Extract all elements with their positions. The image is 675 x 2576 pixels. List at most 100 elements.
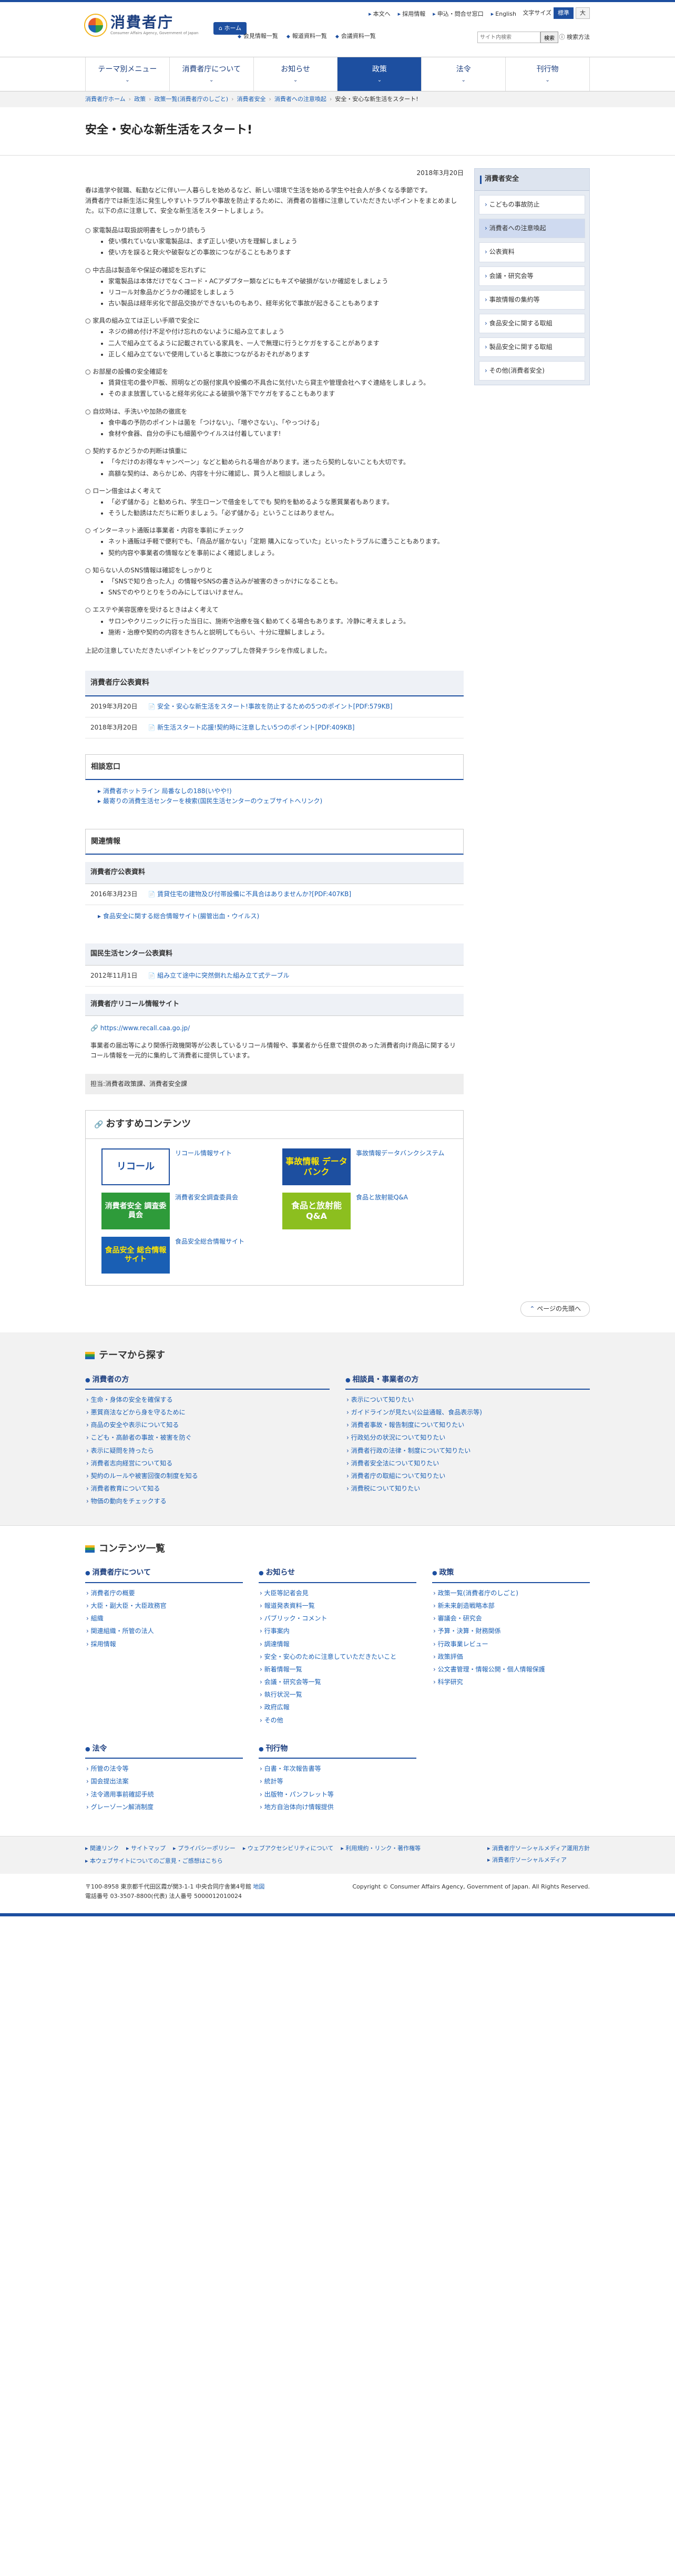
column-link[interactable]: 表示に疑問を持ったら: [91, 1446, 330, 1456]
column-link[interactable]: 物価の動向をチェックする: [91, 1496, 330, 1506]
side-nav-item[interactable]: こどもの事故防止: [479, 194, 585, 215]
page-top-button[interactable]: ページの先頭へ: [520, 1301, 590, 1317]
recommend-item[interactable]: リコール リコール情報サイト: [101, 1148, 267, 1185]
column-link[interactable]: 新着情報一覧: [264, 1665, 416, 1675]
side-nav-item[interactable]: 公表資料: [479, 242, 585, 262]
consult-link[interactable]: 最寄りの消費生活センターを検索(国民生活センターのウェブサイトへリンク): [98, 796, 451, 806]
column-link[interactable]: 消費者事故・報告制度について知りたい: [351, 1420, 590, 1430]
column-heading[interactable]: 刊行物: [259, 1743, 416, 1759]
column-heading[interactable]: 消費者の方: [85, 1374, 330, 1390]
pdf-link[interactable]: 賃貸住宅の建物及び付帯設備に不具合はありませんか?[PDF:407KB]: [148, 889, 351, 899]
footer-link[interactable]: プライバシーポリシー: [173, 1844, 236, 1853]
column-link[interactable]: 消費者庁の取組について知りたい: [351, 1471, 590, 1481]
gnav-item-about[interactable]: 消費者庁について ⌄: [169, 57, 253, 91]
column-link[interactable]: 生命・身体の安全を確保する: [91, 1395, 330, 1405]
recommend-item[interactable]: 食品安全 総合情報サイト 食品安全総合情報サイト: [101, 1236, 267, 1274]
column-link[interactable]: その他: [264, 1716, 416, 1726]
column-link[interactable]: 法令適用事前確認手続: [91, 1790, 243, 1800]
breadcrumb-item[interactable]: 消費者安全: [237, 95, 265, 104]
recommend-link[interactable]: 食品と放射能Q&A: [356, 1193, 408, 1203]
related-link[interactable]: 食品安全に関する総合情報サイト(腸管出血・ウイルス): [98, 911, 451, 921]
column-link[interactable]: 採用情報: [91, 1639, 243, 1649]
search-help-link[interactable]: ⓘ 検索方法: [559, 33, 590, 42]
side-nav-item[interactable]: その他(消費者安全): [479, 361, 585, 381]
recommend-item[interactable]: 消費者安全 調査委員会 消費者安全調査委員会: [101, 1192, 267, 1229]
util-link[interactable]: English: [491, 9, 516, 19]
column-link[interactable]: 行政事業レビュー: [438, 1639, 590, 1649]
column-link[interactable]: 関連組織・所管の法人: [91, 1626, 243, 1636]
column-link[interactable]: こども・高齢者の事故・被害を防ぐ: [91, 1433, 330, 1443]
column-heading[interactable]: 相談員・事業者の方: [345, 1374, 590, 1390]
column-link[interactable]: 新未来創造戦略本部: [438, 1601, 590, 1611]
column-link[interactable]: 行政処分の状況について知りたい: [351, 1433, 590, 1443]
column-link[interactable]: 白書・年次報告書等: [264, 1764, 416, 1774]
gnav-item-theme[interactable]: テーマ別メニュー ⌄: [85, 57, 169, 91]
footer-link[interactable]: ウェブアクセシビリティについて: [243, 1844, 333, 1853]
column-link[interactable]: 組織: [91, 1614, 243, 1624]
recommend-link[interactable]: リコール情報サイト: [175, 1148, 232, 1158]
text-size-large-button[interactable]: 大: [576, 7, 590, 19]
search-input[interactable]: [477, 32, 540, 43]
gnav-item-publication[interactable]: 刊行物 ⌄: [505, 57, 590, 91]
column-heading[interactable]: 法令: [85, 1743, 243, 1759]
column-link[interactable]: 調達情報: [264, 1639, 416, 1649]
side-nav-item[interactable]: 消費者への注意喚起: [479, 219, 585, 239]
column-link[interactable]: 報道発表資料一覧: [264, 1601, 416, 1611]
footer-link[interactable]: 本ウェブサイトについてのご意見・ご感想はこちら: [85, 1856, 223, 1866]
recommend-link[interactable]: 食品安全総合情報サイト: [175, 1237, 244, 1247]
side-nav-item[interactable]: 会議・研究会等: [479, 266, 585, 286]
column-link[interactable]: 政府広報: [264, 1702, 416, 1712]
column-link[interactable]: 執行状況一覧: [264, 1690, 416, 1700]
breadcrumb-item[interactable]: 政策: [134, 95, 146, 104]
column-link[interactable]: 悪質商法などから身を守るために: [91, 1408, 330, 1418]
map-link[interactable]: 地図: [253, 1883, 264, 1890]
column-link[interactable]: グレーゾーン解消制度: [91, 1802, 243, 1812]
column-link[interactable]: パブリック・コメント: [264, 1614, 416, 1624]
util-link[interactable]: 申込・問合せ窓口: [433, 9, 484, 19]
column-link[interactable]: 大臣・副大臣・大臣政務官: [91, 1601, 243, 1611]
social-link[interactable]: 消費者庁ソーシャルメディア: [487, 1855, 590, 1865]
social-link[interactable]: 消費者庁ソーシャルメディア運用方針: [487, 1844, 590, 1853]
column-link[interactable]: 統計等: [264, 1777, 416, 1787]
recommend-item[interactable]: 事故情報 データバンク 事故情報データバンクシステム: [282, 1148, 447, 1185]
column-link[interactable]: 表示について知りたい: [351, 1395, 590, 1405]
footer-link[interactable]: 利用規約・リンク・著作権等: [341, 1844, 421, 1853]
column-heading[interactable]: 消費者庁について: [85, 1567, 243, 1583]
breadcrumb-item[interactable]: 消費者への注意喚起: [274, 95, 326, 104]
recommend-item[interactable]: 食品と放射能 Q&A 食品と放射能Q&A: [282, 1192, 447, 1229]
gnav-item-policy[interactable]: 政策 ⌄: [337, 57, 422, 91]
column-link[interactable]: 予算・決算・財務関係: [438, 1626, 590, 1636]
column-link[interactable]: 公文書管理・情報公開・個人情報保護: [438, 1665, 590, 1675]
footer-link[interactable]: サイトマップ: [126, 1844, 166, 1853]
consult-link[interactable]: 消費者ホットライン 局番なしの188(いやや!): [98, 786, 451, 796]
column-link[interactable]: 科学研究: [438, 1677, 590, 1687]
column-link[interactable]: 政策一覧(消費者庁のしごと): [438, 1588, 590, 1598]
side-nav-item[interactable]: 製品安全に関する取組: [479, 337, 585, 357]
column-link[interactable]: 消費者安全法について知りたい: [351, 1459, 590, 1469]
column-link[interactable]: 消費者教育について知る: [91, 1484, 330, 1494]
column-link[interactable]: 消費者庁の概要: [91, 1588, 243, 1598]
site-logo[interactable]: 消費者庁 Consumer Affairs Agency, Government…: [85, 15, 198, 36]
util-link[interactable]: 本文へ: [369, 9, 391, 19]
column-link[interactable]: ガイドラインが見たい(公益通報、食品表示等): [351, 1408, 590, 1418]
recommend-link[interactable]: 消費者安全調査委員会: [175, 1193, 238, 1203]
column-heading[interactable]: お知らせ: [259, 1567, 416, 1583]
column-link[interactable]: 審議会・研究会: [438, 1614, 590, 1624]
side-nav-item[interactable]: 食品安全に関する取組: [479, 313, 585, 334]
recall-site-link[interactable]: https://www.recall.caa.go.jp/: [100, 1024, 190, 1032]
breadcrumb-item[interactable]: 政策一覧(消費者庁のしごと): [154, 95, 228, 104]
footer-link[interactable]: 関連リンク: [85, 1844, 119, 1853]
pdf-link[interactable]: 安全・安心な新生活をスタート!事故を防止するための5つのポイント[PDF:579…: [148, 702, 392, 712]
column-link[interactable]: 消費者行政の法律・制度について知りたい: [351, 1446, 590, 1456]
column-link[interactable]: 消費税について知りたい: [351, 1484, 590, 1494]
side-nav-item[interactable]: 事故情報の集約等: [479, 290, 585, 310]
column-link[interactable]: 会議・研究会等一覧: [264, 1677, 416, 1687]
quick-link[interactable]: 報道資料一覧: [287, 32, 327, 41]
breadcrumb-item[interactable]: 消費者庁ホーム: [85, 95, 126, 104]
column-link[interactable]: 所管の法令等: [91, 1764, 243, 1774]
recommend-link[interactable]: 事故情報データバンクシステム: [356, 1148, 444, 1158]
column-link[interactable]: 商品の安全や表示について知る: [91, 1420, 330, 1430]
gnav-item-news[interactable]: お知らせ ⌄: [253, 57, 338, 91]
search-button[interactable]: 検索: [540, 32, 558, 43]
pdf-link[interactable]: 新生活スタート応援!契約時に注意したい5つのポイント[PDF:409KB]: [148, 723, 354, 733]
